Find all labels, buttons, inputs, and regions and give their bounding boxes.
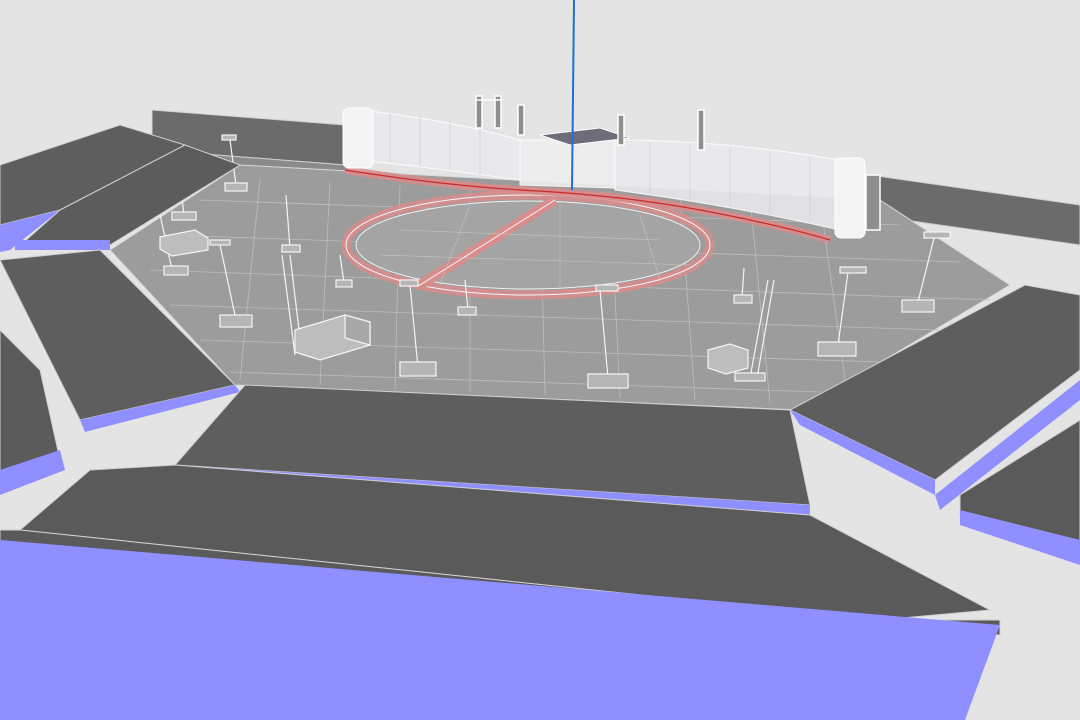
van-1	[707, 343, 749, 375]
3d-viewport[interactable]	[0, 0, 1080, 720]
scene-canvas[interactable]	[0, 0, 1080, 720]
